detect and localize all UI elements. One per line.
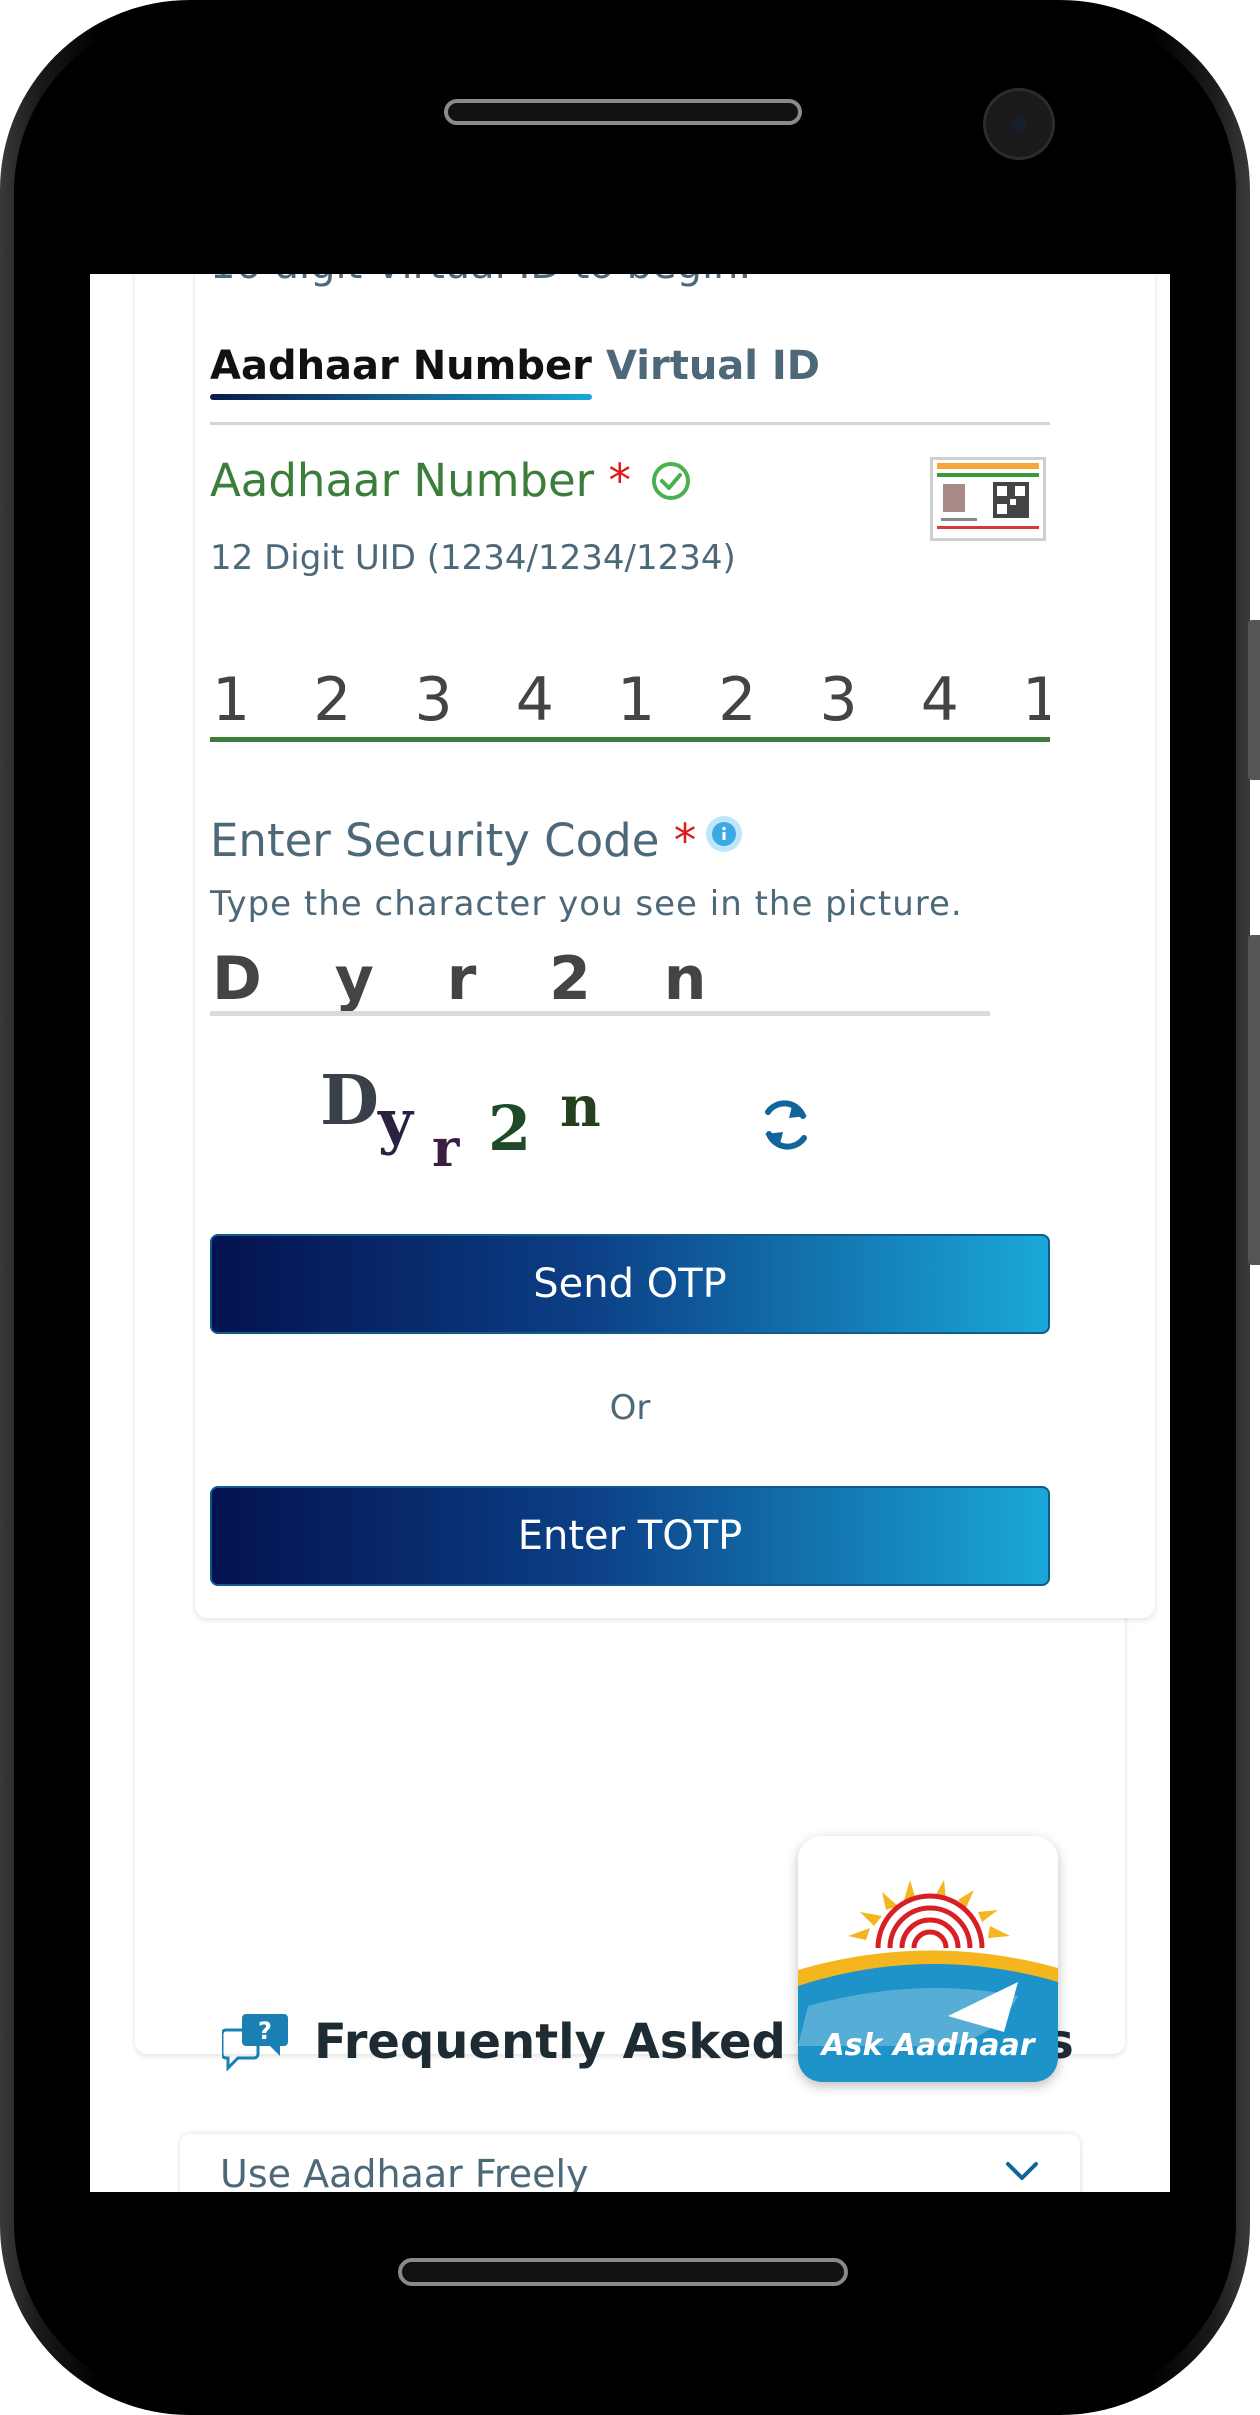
aadhaar-number-label-text: Aadhaar Number xyxy=(210,454,595,507)
bottom-speaker xyxy=(398,2258,848,2286)
aadhaar-number-hint: 12 Digit UID (1234/1234/1234) xyxy=(210,538,736,578)
svg-text:?: ? xyxy=(258,2017,272,2045)
ask-aadhaar-chat-button[interactable]: Ask Aadhaar xyxy=(798,1836,1058,2082)
instruction-text: 16 digit Virtual ID to begin. xyxy=(210,274,751,288)
aadhaar-card-sample-image[interactable] xyxy=(930,457,1046,541)
earpiece-speaker xyxy=(444,99,802,125)
front-camera xyxy=(983,88,1055,160)
captcha-char: D xyxy=(320,1061,379,1141)
enter-totp-button[interactable]: Enter TOTP xyxy=(210,1486,1050,1586)
ask-aadhaar-label: Ask Aadhaar xyxy=(821,2028,1035,2063)
captcha-char: 2 xyxy=(488,1092,531,1165)
or-separator: Or xyxy=(609,1388,651,1428)
security-code-label-text: Enter Security Code xyxy=(210,814,660,867)
power-button xyxy=(1248,620,1260,780)
tab-virtual-id[interactable]: Virtual ID xyxy=(606,340,820,392)
required-mark: * xyxy=(608,454,631,507)
aadhaar-number-input[interactable] xyxy=(210,662,1050,742)
send-otp-button[interactable]: Send OTP xyxy=(210,1234,1050,1334)
volume-button xyxy=(1248,935,1260,1265)
aadhaar-number-label: Aadhaar Number * xyxy=(210,454,631,507)
security-code-label: Enter Security Code * xyxy=(210,814,696,867)
faq-item[interactable]: Use Aadhaar Freely xyxy=(180,2134,1080,2192)
check-circle-icon xyxy=(652,462,690,500)
screen: 16 digit Virtual ID to begin. Aadhaar Nu… xyxy=(90,274,1170,2192)
captcha-char: n xyxy=(560,1074,601,1140)
security-code-hint: Type the character you see in the pictur… xyxy=(210,884,963,924)
captcha-char: y xyxy=(377,1087,415,1157)
chevron-down-icon xyxy=(1006,2162,1038,2180)
aadhaar-card-icon xyxy=(933,460,1043,538)
id-type-tabs: Aadhaar Number Virtual ID xyxy=(210,340,1050,425)
tab-aadhaar-number[interactable]: Aadhaar Number xyxy=(210,340,592,400)
info-icon[interactable] xyxy=(704,814,744,854)
faq-chat-icon: ? xyxy=(222,2014,288,2072)
faq-item-label: Use Aadhaar Freely xyxy=(220,2152,589,2192)
refresh-captcha-icon[interactable] xyxy=(755,1094,817,1156)
captcha-image: D y r 2 n xyxy=(320,1061,601,1174)
captcha-char: r xyxy=(432,1118,460,1174)
required-mark: * xyxy=(673,814,697,867)
security-code-input[interactable] xyxy=(210,946,990,1016)
